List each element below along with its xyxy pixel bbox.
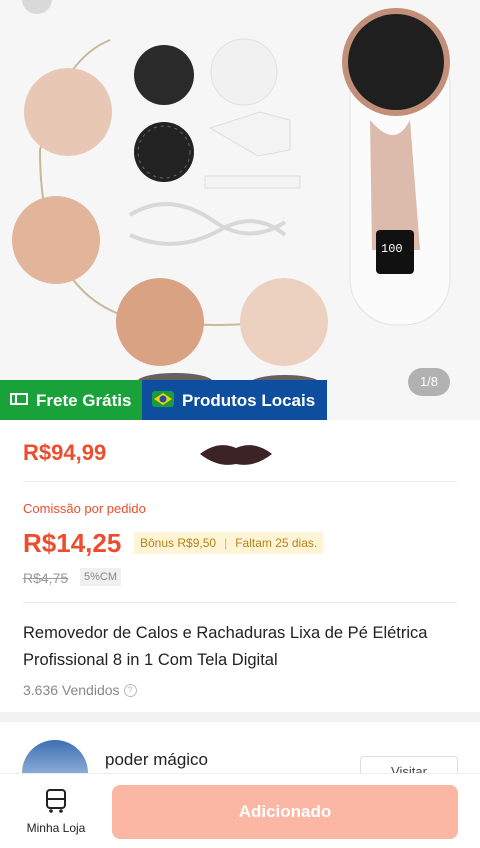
product-price: R$94,99 [23,440,107,465]
image-page-indicator: 1/8 [408,368,450,396]
help-icon[interactable]: ? [123,683,137,697]
product-image-gallery[interactable]: 100 1/8 [0,0,480,420]
my-store-button[interactable]: Minha Loja [20,788,92,835]
shipping-badges: Frete Grátis Produtos Locais [0,380,327,422]
commission-rate-tag: 5%CM [80,568,122,586]
bonus-text: Bônus R$9,50 [140,536,217,550]
divider [23,602,457,603]
local-products-label: Produtos Locais [182,391,316,410]
product-title: Removedor de Calos e Rachaduras Lixa de … [23,624,428,669]
free-shipping-badge: Frete Grátis [0,380,142,422]
bonus-box: Bônus R$9,50 | Faltam 25 dias. [134,532,324,554]
separator: | [224,536,228,550]
brazil-flag-icon [152,390,174,412]
remaining-days-text: Faltam 25 dias. [235,536,318,550]
svg-text:100: 100 [381,242,403,256]
store-icon [46,789,66,813]
shop-name[interactable]: poder mágico [105,750,208,770]
truck-icon [10,391,28,411]
lips-sticker [200,445,272,465]
commission-section: Comissão por pedido R$14,25 Bônus R$9,50… [0,484,480,604]
old-commission-amount: R$4,75 [23,570,69,586]
product-info: Removedor de Calos e Rachaduras Lixa de … [0,604,480,712]
bottom-action-bar: Minha Loja Adicionado [0,774,480,848]
commission-amount: R$14,25 [23,528,122,558]
added-button[interactable]: Adicionado [112,785,458,839]
section-separator [0,712,480,722]
sold-count: 3.636 Vendidos ? [23,682,137,698]
product-image: 100 [12,8,451,393]
my-store-label: Minha Loja [26,821,86,835]
divider [23,481,457,482]
shop-section[interactable]: poder mágico Visitar [0,722,480,782]
sold-count-text: 3.636 Vendidos [23,682,120,698]
commission-label: Comissão por pedido [23,501,146,516]
price-section: R$94,99 [0,420,480,482]
local-products-badge: Produtos Locais [142,380,327,422]
free-shipping-label: Frete Grátis [36,391,132,410]
